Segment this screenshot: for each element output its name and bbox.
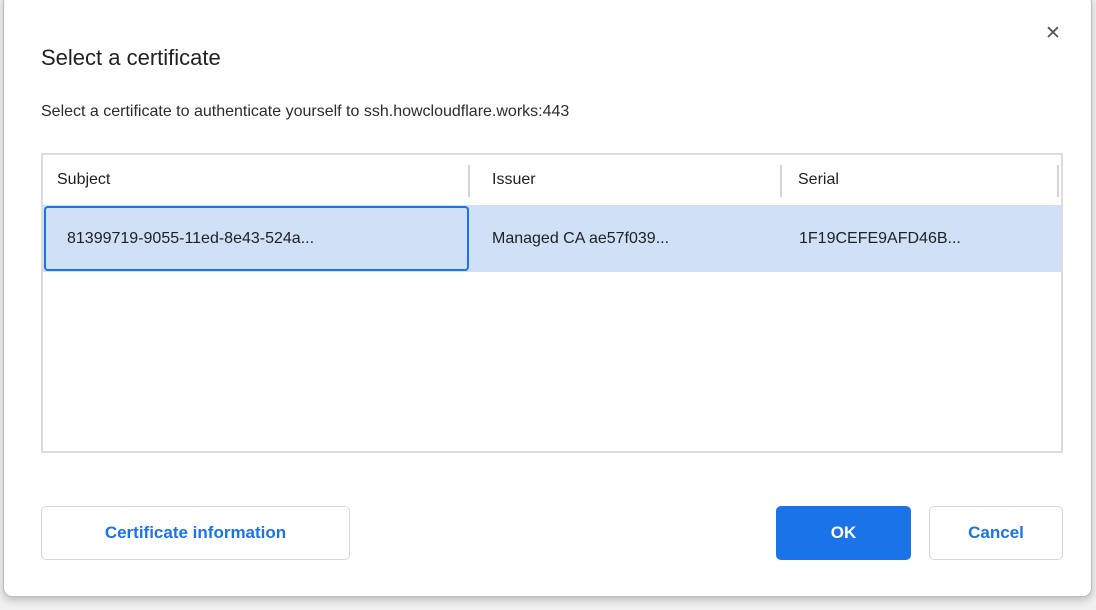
certificate-table: Subject Issuer Serial 81399719-9055-11ed… [41, 153, 1063, 453]
certificate-information-button[interactable]: Certificate information [41, 506, 350, 560]
column-header-issuer[interactable]: Issuer [468, 155, 780, 205]
close-icon[interactable]: ✕ [1041, 22, 1065, 46]
column-header-subject[interactable]: Subject [43, 155, 468, 205]
certificate-subject-cell[interactable]: 81399719-9055-11ed-8e43-524a... [44, 206, 469, 271]
ok-button[interactable]: OK [776, 506, 911, 560]
table-header: Subject Issuer Serial [43, 155, 1061, 205]
certificate-row[interactable]: 81399719-9055-11ed-8e43-524a... Managed … [43, 205, 1061, 272]
page-background: ✕ Select a certificate Select a certific… [0, 0, 1096, 610]
column-divider [468, 165, 470, 197]
column-header-serial[interactable]: Serial [780, 155, 1061, 205]
dialog-title: Select a certificate [41, 45, 221, 71]
certificate-issuer-cell[interactable]: Managed CA ae57f039... [470, 205, 780, 272]
dialog-subtitle: Select a certificate to authenticate you… [41, 103, 569, 121]
cancel-button[interactable]: Cancel [929, 506, 1063, 560]
column-divider [1057, 165, 1059, 197]
certificate-picker-dialog: ✕ Select a certificate Select a certific… [3, 0, 1092, 597]
certificate-serial-cell[interactable]: 1F19CEFE9AFD46B... [780, 205, 1061, 272]
column-divider [780, 165, 782, 197]
